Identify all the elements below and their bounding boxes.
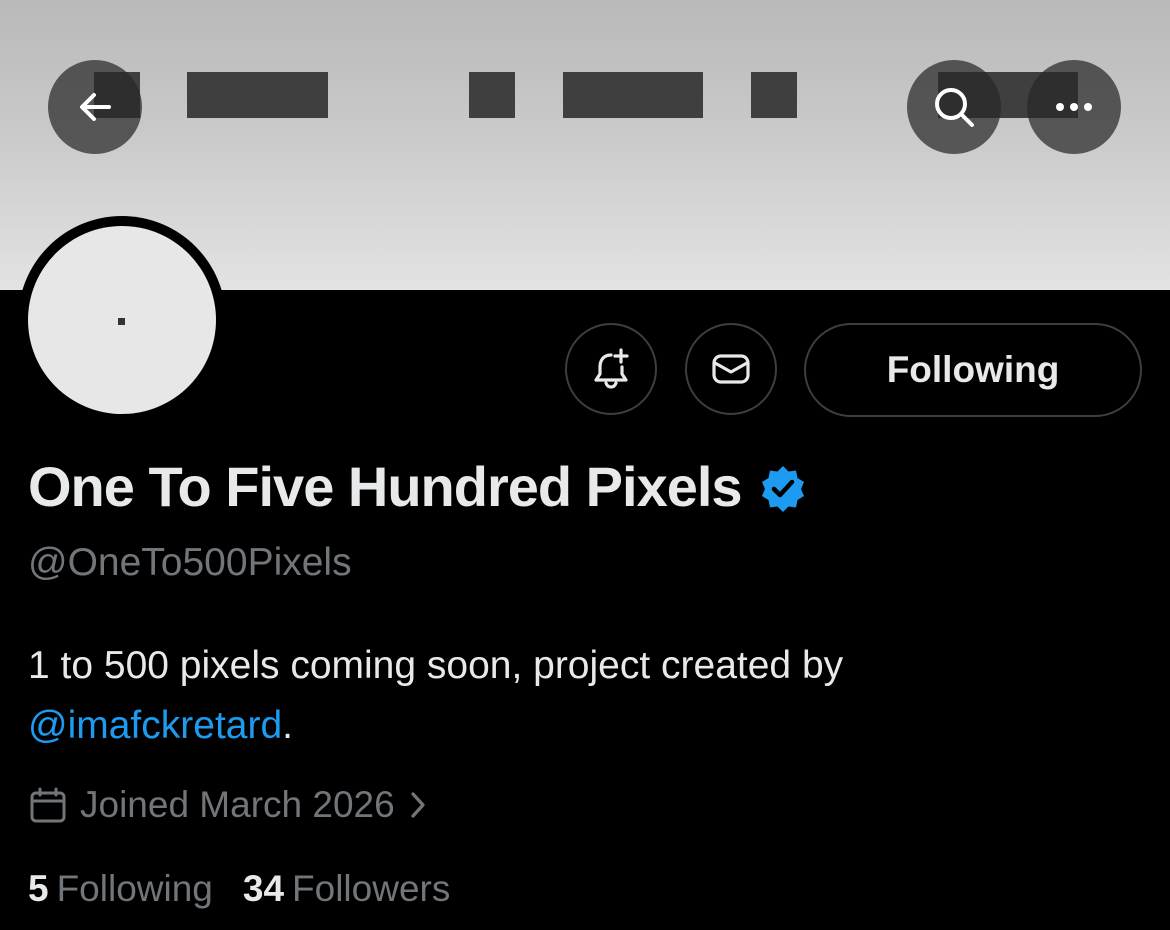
redaction-block (563, 72, 703, 118)
display-name-row: One To Five Hundred Pixels (28, 452, 808, 522)
user-handle: @OneTo500Pixels (28, 541, 352, 584)
back-button[interactable] (48, 60, 142, 154)
message-button[interactable] (685, 323, 777, 415)
redaction-block (187, 72, 328, 118)
following-button[interactable]: Following (804, 323, 1142, 417)
following-count: 5 (28, 868, 49, 909)
arrow-left-icon (80, 93, 111, 121)
followers-stat-label: Followers (292, 868, 451, 909)
chevron-right-icon (411, 792, 425, 818)
follow-stats: 5 Following 34 Followers (28, 864, 480, 914)
more-button[interactable] (1027, 60, 1121, 154)
profile-bio: 1 to 500 pixels coming soon, project cre… (28, 636, 1128, 756)
bio-text: 1 to 500 pixels coming soon, project cre… (28, 644, 844, 687)
more-horizontal-icon (1056, 103, 1092, 111)
followers-count: 34 (242, 868, 285, 909)
joined-date: Joined March 2026 (80, 784, 395, 825)
joined-date-row[interactable]: Joined March 2026 (28, 780, 427, 830)
calendar-icon (30, 787, 66, 823)
notifications-button[interactable] (565, 323, 657, 415)
profile-page: Following One To Five Hundred Pixels @On… (0, 0, 1170, 930)
display-name: One To Five Hundred Pixels (28, 455, 743, 518)
verified-badge-icon (761, 466, 804, 512)
avatar-pixel (118, 318, 125, 325)
redaction-block (751, 72, 797, 118)
search-button[interactable] (907, 60, 1001, 154)
followers-stat[interactable]: 34 Followers (243, 864, 450, 914)
bell-plus-icon (594, 348, 629, 389)
search-icon (935, 88, 974, 127)
following-stat[interactable]: 5 Following (28, 864, 213, 914)
bio-mention-link[interactable]: @imafckretard (28, 704, 282, 747)
bio-suffix: . (282, 704, 293, 747)
redaction-block (469, 72, 515, 118)
envelope-icon (712, 354, 750, 384)
following-button-label: Following (886, 349, 1060, 390)
following-stat-label: Following (56, 868, 213, 909)
